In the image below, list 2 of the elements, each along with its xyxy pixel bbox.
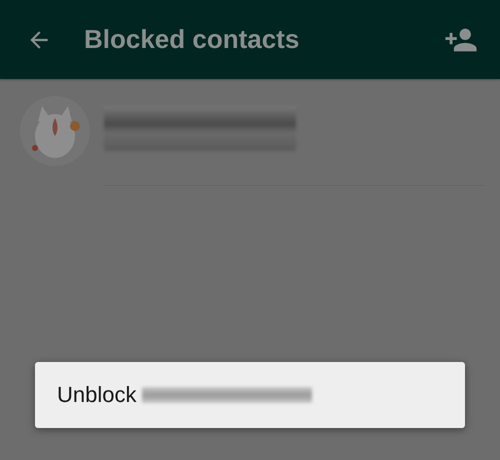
menu-item[interactable]: Unblock	[35, 362, 465, 428]
screen-title: Blocked contacts	[84, 24, 300, 55]
